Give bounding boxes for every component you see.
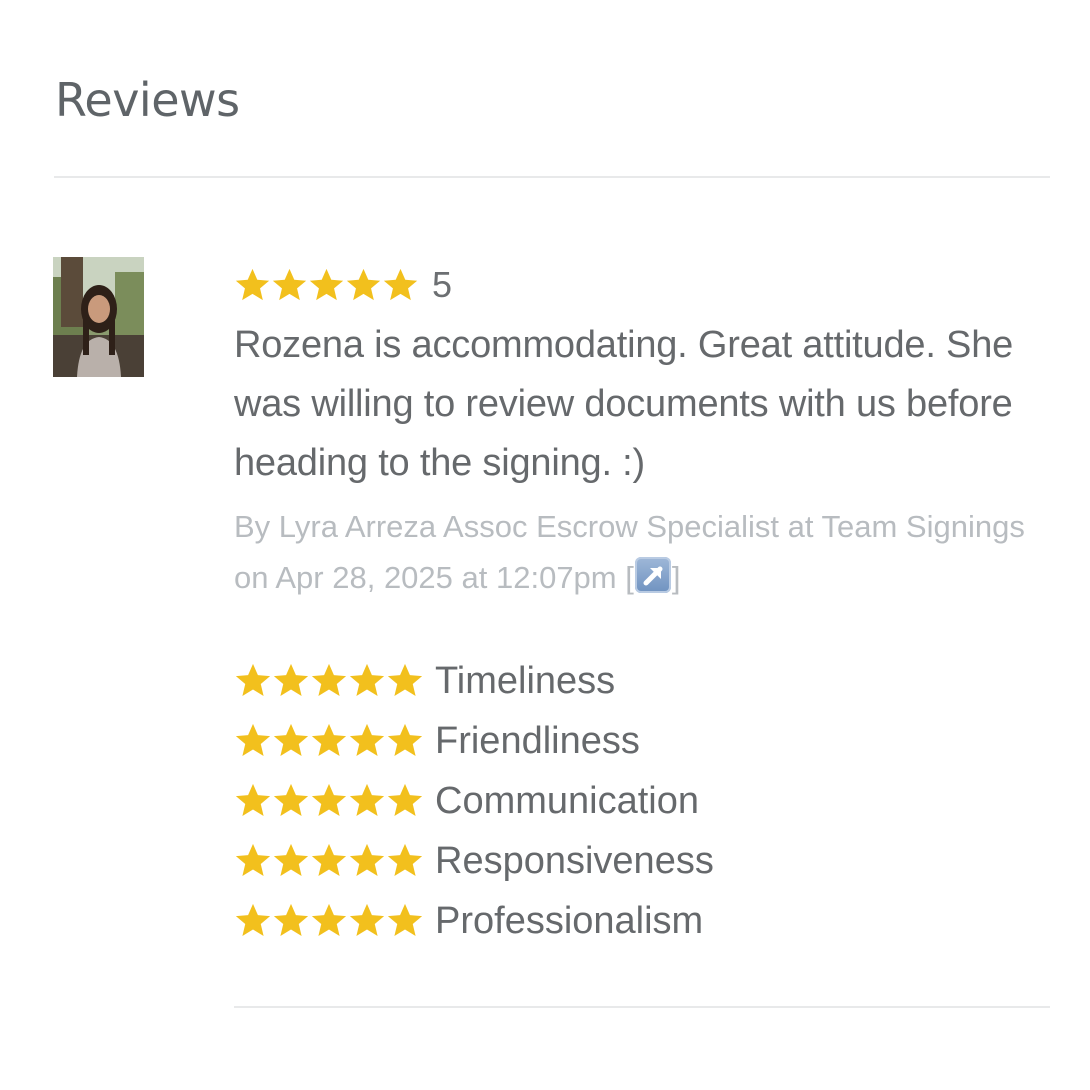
link-open-bracket: [	[625, 560, 634, 595]
star-icon	[311, 843, 347, 877]
star-icon	[387, 663, 423, 697]
star-icon	[349, 903, 385, 937]
criterion-stars	[234, 662, 424, 700]
star-icon	[235, 723, 271, 757]
criterion-label: Professionalism	[435, 900, 704, 942]
star-icon	[349, 783, 385, 817]
link-close-bracket: ]	[671, 560, 681, 595]
review-item: 5 Rozena is accommodating. Great attitud…	[234, 262, 1034, 951]
star-icon	[387, 843, 423, 877]
review-divider	[234, 1006, 1050, 1008]
star-icon	[387, 903, 423, 937]
criterion-label: Friendliness	[435, 720, 640, 762]
section-title: Reviews	[55, 73, 240, 127]
star-icon	[273, 903, 309, 937]
star-icon	[235, 663, 271, 697]
star-icon	[273, 783, 309, 817]
review-byline: By Lyra Arreza Assoc Escrow Specialist a…	[234, 501, 1034, 603]
reviews-page: Reviews 5 Rozena is accommodating. Great…	[0, 0, 1090, 1090]
star-icon	[349, 843, 385, 877]
criterion-label: Responsiveness	[435, 840, 714, 882]
reviewer-avatar	[53, 257, 144, 377]
criterion-professionalism: Professionalism	[234, 891, 1034, 951]
criterion-stars	[234, 902, 424, 940]
star-icon	[349, 663, 385, 697]
star-icon	[235, 268, 270, 300]
criterion-label: Timeliness	[435, 660, 616, 702]
star-icon	[311, 723, 347, 757]
review-text: Rozena is accommodating. Great attitude.…	[234, 324, 1014, 484]
star-icon	[311, 783, 347, 817]
section-divider	[54, 176, 1050, 178]
criterion-stars	[234, 782, 424, 820]
star-icon	[387, 723, 423, 757]
star-icon	[235, 903, 271, 937]
star-icon	[387, 783, 423, 817]
criterion-label: Communication	[435, 780, 699, 822]
criterion-stars	[234, 842, 424, 880]
overall-stars	[234, 267, 419, 304]
star-icon	[311, 663, 347, 697]
star-icon	[235, 783, 271, 817]
star-icon	[273, 723, 309, 757]
star-icon	[235, 843, 271, 877]
star-icon	[311, 903, 347, 937]
criterion-friendliness: Friendliness	[234, 711, 1034, 771]
star-icon	[273, 663, 309, 697]
star-icon	[272, 268, 307, 300]
star-icon	[309, 268, 344, 300]
rating-criteria: Timeliness Friendliness Communication Re…	[234, 651, 1034, 951]
criterion-communication: Communication	[234, 771, 1034, 831]
criterion-responsiveness: Responsiveness	[234, 831, 1034, 891]
overall-rating: 5	[234, 262, 1034, 308]
star-icon	[273, 843, 309, 877]
rating-value: 5	[432, 264, 453, 305]
criterion-stars	[234, 722, 424, 760]
star-icon	[349, 723, 385, 757]
external-link-arrow-icon[interactable]	[634, 557, 671, 593]
star-icon	[346, 268, 381, 300]
criterion-timeliness: Timeliness	[234, 651, 1034, 711]
star-icon	[383, 268, 418, 300]
